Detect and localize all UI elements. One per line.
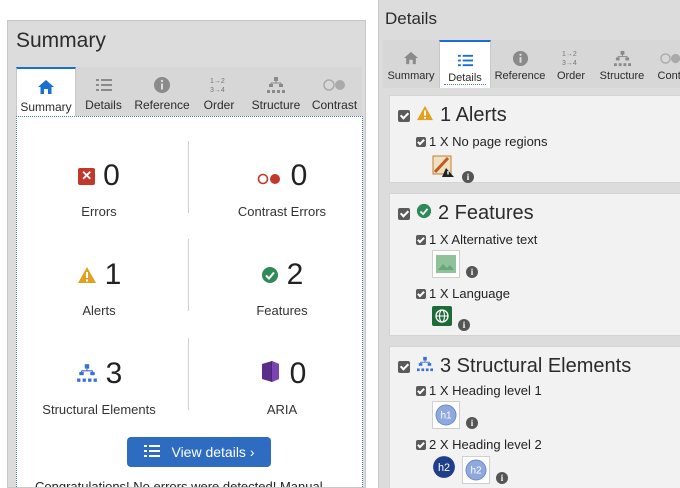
list-item: 2 X Heading level 2: [416, 437, 542, 452]
check-icon: [261, 258, 279, 292]
stat-aria[interactable]: 0 ARIA: [202, 357, 362, 437]
list-icon: [143, 443, 161, 462]
summary-title: Summary: [16, 29, 106, 52]
hierarchy-icon: [593, 48, 651, 68]
info-icon[interactable]: i: [466, 266, 478, 278]
svg-text:1→2: 1→2: [562, 51, 577, 58]
tab-structure[interactable]: Structure: [593, 40, 651, 88]
contrast-icon: [651, 48, 680, 68]
divider: [188, 239, 189, 311]
alert-icon: [77, 258, 97, 292]
h2-icon[interactable]: h2: [462, 456, 490, 484]
aria-cube-icon: [258, 357, 282, 391]
stat-errors[interactable]: ✕ 0 Errors: [19, 159, 179, 239]
tab-order[interactable]: 1→2 3→4 Order: [549, 40, 593, 88]
order-icon: 1→2 3→4: [193, 75, 245, 95]
stat-structural-elements[interactable]: 3 Structural Elements: [19, 357, 179, 437]
tab-details[interactable]: Details: [76, 67, 131, 117]
section-structural-elements: 3 Structural Elements 1 X Heading level …: [389, 346, 680, 488]
list-icon: [440, 50, 490, 70]
details-tabs: Summary Details Reference 1→2 3→4 Order S…: [383, 40, 680, 88]
language-icon[interactable]: [432, 306, 452, 331]
contrast-icon: [257, 159, 283, 193]
list-item: 1 X Heading level 1: [416, 383, 542, 398]
list-item: 1 X Alternative text: [416, 232, 537, 247]
tab-contrast[interactable]: Contrast: [307, 67, 362, 117]
info-icon[interactable]: i: [466, 417, 478, 429]
hierarchy-icon: [245, 75, 307, 95]
section-checkbox[interactable]: [398, 207, 410, 220]
info-icon[interactable]: i: [462, 171, 474, 183]
divider: [188, 141, 189, 213]
stat-features[interactable]: 2 Features: [202, 258, 362, 338]
stat-alerts[interactable]: 1 Alerts: [19, 258, 179, 338]
stat-contrast-errors[interactable]: 0 Contrast Errors: [202, 159, 362, 239]
info-icon: [131, 75, 193, 95]
item-checkbox[interactable]: [416, 136, 426, 147]
svg-text:1→2: 1→2: [210, 78, 225, 85]
details-title: Details: [385, 9, 437, 28]
summary-content: ✕ 0 Errors 0 Contrast Errors 1 Alerts 2 …: [16, 116, 363, 488]
svg-text:h2: h2: [470, 466, 482, 477]
alt-text-icon[interactable]: [432, 250, 460, 278]
tab-summary[interactable]: Summary: [383, 40, 439, 88]
tab-reference[interactable]: Reference: [131, 67, 193, 117]
svg-text:h2: h2: [438, 462, 450, 474]
summary-panel: Summary Summary Details Reference 1→2 3→4…: [7, 20, 366, 488]
order-icon: 1→2 3→4: [549, 48, 593, 68]
item-checkbox[interactable]: [416, 234, 426, 245]
h2-icon[interactable]: h2: [432, 455, 456, 484]
contrast-icon: [307, 75, 362, 95]
tab-summary[interactable]: Summary: [16, 67, 76, 117]
tab-structure[interactable]: Structure: [245, 67, 307, 117]
item-checkbox[interactable]: [416, 385, 426, 396]
info-icon[interactable]: i: [458, 319, 470, 331]
h1-icon[interactable]: h1: [432, 401, 460, 429]
details-panel: Details Summary Details Reference 1→2 3→4…: [378, 0, 680, 488]
svg-text:3→4: 3→4: [562, 60, 577, 67]
tab-order[interactable]: 1→2 3→4 Order: [193, 67, 245, 117]
tab-contrast[interactable]: Contr: [651, 40, 680, 88]
section-features: 2 Features 1 X Alternative text i 1 X La…: [389, 193, 680, 336]
tab-details[interactable]: Details: [439, 40, 491, 88]
item-checkbox[interactable]: [416, 288, 426, 299]
list-icon: [76, 75, 131, 95]
error-icon: ✕: [78, 167, 96, 185]
hierarchy-icon: [416, 355, 434, 378]
section-checkbox[interactable]: [398, 109, 410, 122]
view-details-button[interactable]: View details ›: [127, 437, 271, 467]
home-icon: [383, 48, 439, 68]
summary-tabs: Summary Details Reference 1→2 3→4 Order S…: [16, 67, 362, 117]
section-alerts: 1 Alerts 1 X No page regions i: [389, 95, 680, 183]
item-checkbox[interactable]: [416, 439, 426, 450]
list-item: 1 X Language: [416, 286, 510, 301]
home-icon: [17, 77, 75, 97]
check-icon: [416, 202, 432, 225]
no-regions-icon[interactable]: [432, 154, 456, 183]
alert-icon: [416, 104, 434, 127]
list-item: 1 X No page regions: [416, 134, 548, 149]
hierarchy-icon: [76, 357, 98, 391]
info-icon[interactable]: i: [496, 472, 508, 484]
divider: [188, 338, 189, 410]
svg-text:h1: h1: [440, 411, 452, 422]
svg-text:3→4: 3→4: [210, 87, 225, 94]
section-checkbox[interactable]: [398, 360, 410, 373]
info-icon: [491, 48, 549, 68]
congrats-message: Congratulations! No errors were detected…: [35, 479, 323, 488]
tab-reference[interactable]: Reference: [491, 40, 549, 88]
